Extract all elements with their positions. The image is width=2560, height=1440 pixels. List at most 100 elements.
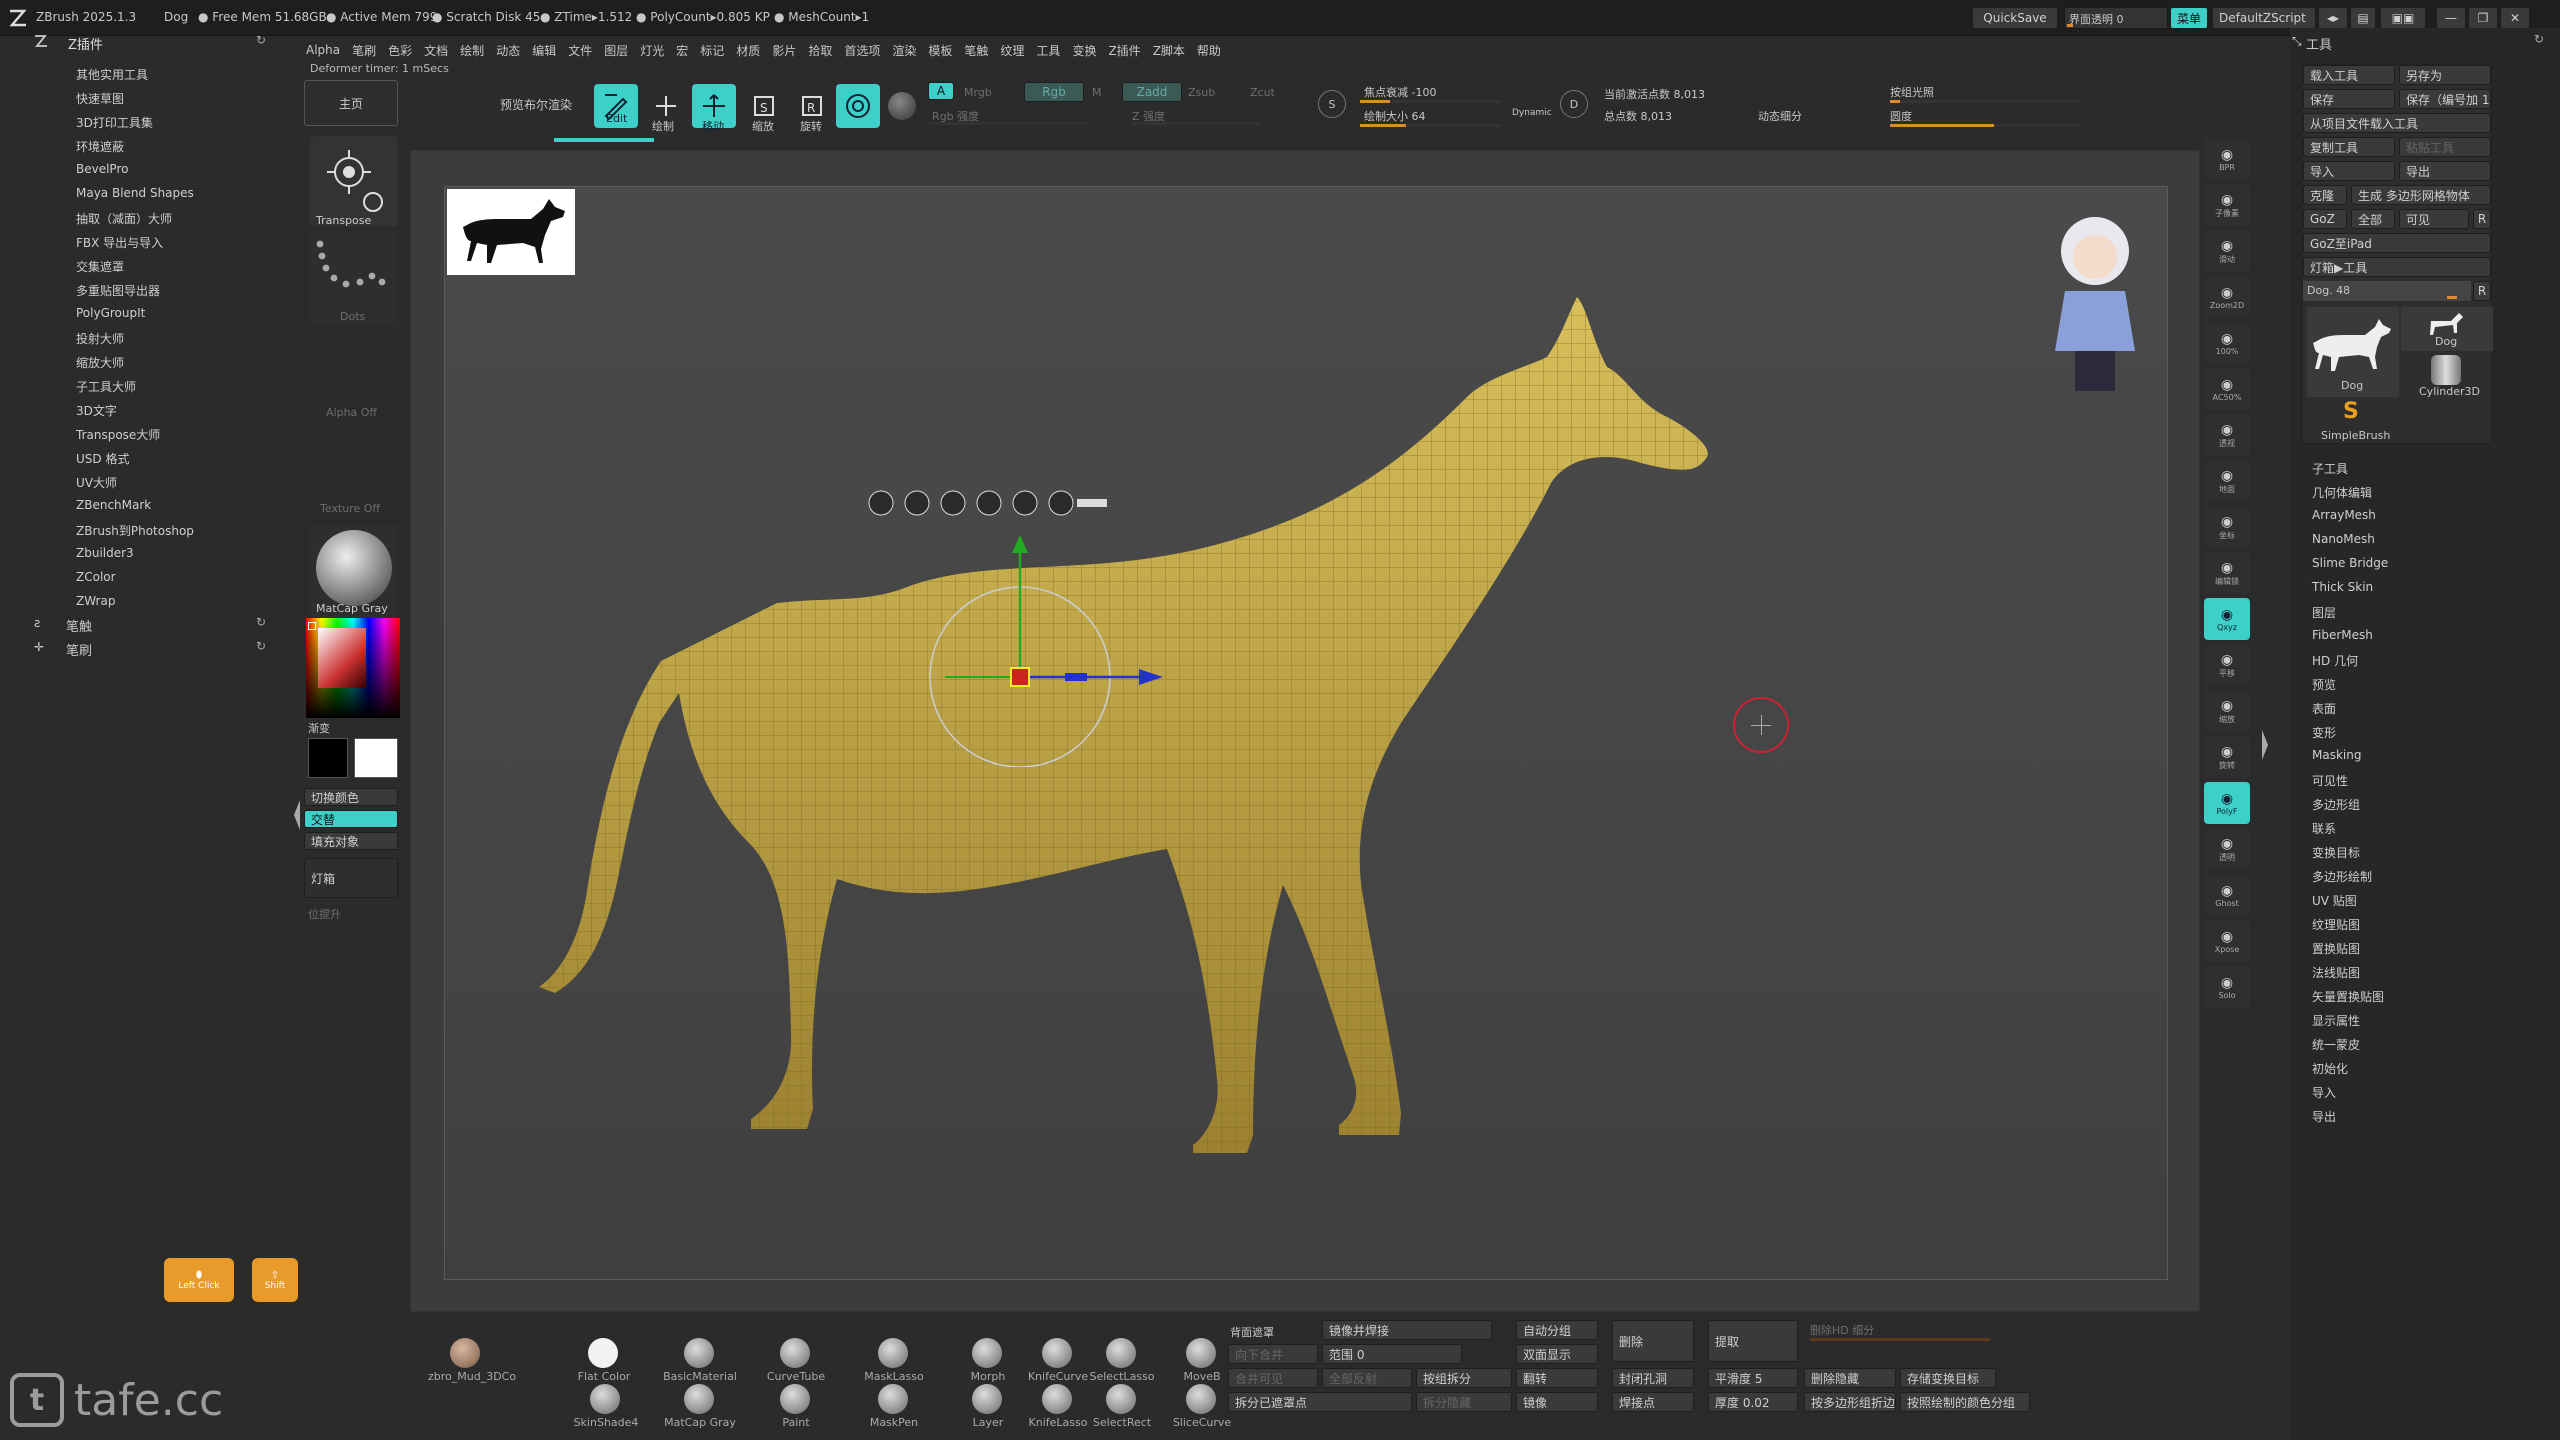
menu-item[interactable]: Z脚本 (1147, 42, 1191, 59)
save-as-button[interactable]: 另存为 (2399, 65, 2491, 85)
transpose-brush-icon[interactable] (310, 136, 398, 226)
brush-thumb-icon[interactable] (1042, 1384, 1072, 1414)
tool-menu-item[interactable]: 子工具 (2312, 460, 2348, 477)
plugin-item[interactable]: ZWrap (76, 594, 115, 608)
clone-button[interactable]: 克隆 (2303, 185, 2347, 205)
view-control-button[interactable]: ◉ Ghost (2204, 874, 2250, 916)
secondary-color-swatch[interactable] (308, 738, 348, 778)
mrgb-button[interactable]: Mrgb (964, 86, 992, 99)
tool-menu-item[interactable]: 多边形绘制 (2312, 868, 2372, 885)
tool-menu-item[interactable]: 变形 (2312, 724, 2336, 741)
current-tool-slider[interactable]: Dog. 48 (2303, 281, 2471, 301)
tool-menu-item[interactable]: HD 几何 (2312, 652, 2358, 669)
menu-item[interactable]: 宏 (670, 42, 694, 59)
polygroup-light-track[interactable] (1890, 100, 2080, 103)
close-icon[interactable]: ✕ (2500, 7, 2530, 29)
main-color-swatch[interactable] (354, 738, 398, 778)
stroke-section[interactable]: 笔触 (66, 616, 92, 635)
plugin-item[interactable]: ZBenchMark (76, 498, 151, 512)
close-holes-button[interactable]: 封闭孔洞 (1612, 1368, 1694, 1388)
menus-toggle-button[interactable]: 菜单 (2170, 7, 2208, 29)
plugin-item[interactable]: UV大师 (76, 474, 117, 491)
tool-menu-item[interactable]: ArrayMesh (2312, 508, 2376, 522)
import-button[interactable]: 导入 (2303, 161, 2395, 181)
delete-hidden-button[interactable]: 删除隐藏 (1804, 1368, 1896, 1388)
brush-thumb-icon[interactable] (1106, 1338, 1136, 1368)
m-button[interactable]: M (1092, 86, 1102, 99)
document-canvas[interactable] (444, 186, 2168, 1280)
view-control-button[interactable]: ◉ BPR (2204, 138, 2250, 180)
brush-thumb-icon[interactable] (1186, 1338, 1216, 1368)
plugin-item[interactable]: 交集遮罩 (76, 258, 124, 275)
transpose-gizmo[interactable] (855, 487, 1185, 767)
brush-thumb-icon[interactable] (450, 1338, 480, 1368)
view-control-button[interactable]: ◉ Solo (2204, 966, 2250, 1008)
brush-section[interactable]: 笔刷 (66, 640, 92, 659)
store-morph-button[interactable]: 存储变换目标 (1900, 1368, 1996, 1388)
make-polymesh-button[interactable]: 生成 多边形网格物体 (2351, 185, 2491, 205)
plugin-item[interactable]: 快速草图 (76, 90, 124, 107)
tool-menu-item[interactable]: 矢量置换贴图 (2312, 988, 2384, 1005)
paste-tool-button[interactable]: 粘贴工具 (2399, 137, 2491, 157)
view-control-button[interactable]: ◉ Xpose (2204, 920, 2250, 962)
plugin-item[interactable]: ZColor (76, 570, 116, 584)
smooth-slider[interactable]: 平滑度 5 (1708, 1368, 1798, 1388)
quicksave-button[interactable]: QuickSave (1972, 7, 2058, 29)
flip-button[interactable]: 翻转 (1516, 1368, 1598, 1388)
delete-button[interactable]: 删除 (1612, 1320, 1694, 1362)
material-sphere-icon[interactable] (888, 92, 916, 120)
tool-menu-item[interactable]: Masking (2312, 748, 2361, 762)
view-control-button[interactable]: ◉ PolyF (2204, 782, 2250, 824)
menu-item[interactable]: 工具 (1030, 42, 1066, 59)
tool-menu-item[interactable]: 联系 (2312, 820, 2336, 837)
brush-thumb-icon[interactable] (588, 1338, 618, 1368)
gizmo-settings-icon[interactable] (1065, 487, 1066, 488)
menu-item[interactable]: 纹理 (994, 42, 1030, 59)
tool-thumb-dog-small[interactable]: Dog (2401, 307, 2493, 351)
menu-item[interactable]: 笔刷 (346, 42, 382, 59)
menu-item[interactable]: 影片 (766, 42, 802, 59)
brush-thumb-icon[interactable] (780, 1338, 810, 1368)
polygroup-light-slider[interactable]: 按组光照 (1890, 84, 1934, 100)
plugin-item[interactable]: 环境遮蔽 (76, 138, 124, 155)
roundness-track[interactable] (1890, 124, 2080, 127)
d-density-icon[interactable]: D (1560, 90, 1588, 118)
goz-ipad-button[interactable]: GoZ至iPad (2303, 233, 2491, 253)
zadd-button[interactable]: Zadd (1122, 82, 1182, 102)
tool-menu-item[interactable]: 法线贴图 (2312, 964, 2360, 981)
default-zscript-button[interactable]: DefaultZScript (2212, 7, 2316, 29)
view-control-button[interactable]: ◉ 编辑锁 (2204, 552, 2250, 594)
merge-visible-button[interactable]: 合并可见 (1228, 1368, 1318, 1388)
zsub-button[interactable]: Zsub (1188, 86, 1215, 99)
menu-item[interactable]: 编辑 (526, 42, 562, 59)
tool-menu-item[interactable]: 可见性 (2312, 772, 2348, 789)
brush-thumb-icon[interactable] (684, 1338, 714, 1368)
plugin-item[interactable]: 多重贴图导出器 (76, 282, 160, 299)
brush-thumb-icon[interactable] (972, 1338, 1002, 1368)
refresh-icon[interactable]: ↻ (256, 615, 266, 629)
brush-thumb-icon[interactable] (878, 1338, 908, 1368)
plugin-item[interactable]: 3D打印工具集 (76, 114, 153, 131)
refresh-icon[interactable]: ↻ (256, 33, 266, 47)
merge-down-button[interactable]: 向下合并 (1228, 1344, 1318, 1364)
save-increment-button[interactable]: 保存（编号加 1） (2399, 89, 2491, 109)
view-control-button[interactable]: ◉ AC50% (2204, 368, 2250, 410)
plugin-item[interactable]: ZBrush到Photoshop (76, 522, 194, 539)
plugin-item[interactable]: FBX 导出与导入 (76, 234, 163, 251)
tool-menu-item[interactable]: UV 贴图 (2312, 892, 2357, 909)
bool-render-button[interactable]: 预览布尔渲染 (500, 96, 572, 113)
goz-r-button[interactable]: R (2473, 209, 2491, 229)
tool-thumb-cylinder[interactable]: Cylinder3D (2401, 353, 2493, 398)
menu-item[interactable]: Z插件 (1102, 42, 1146, 59)
gizmo-3d-button[interactable] (836, 84, 880, 128)
menu-item[interactable]: 帮助 (1191, 42, 1227, 59)
restore-icon[interactable]: ❐ (2468, 7, 2498, 29)
tool-menu-item[interactable]: 导入 (2312, 1084, 2336, 1101)
plugin-item[interactable]: 子工具大师 (76, 378, 136, 395)
brush-thumb-icon[interactable] (878, 1384, 908, 1414)
menu-item[interactable]: Alpha (300, 43, 346, 57)
brush-thumb-icon[interactable] (684, 1384, 714, 1414)
view-control-button[interactable]: ◉ 平移 (2204, 644, 2250, 686)
refresh-icon[interactable]: ↻ (2534, 32, 2544, 46)
split-hidden-button[interactable]: 拆分隐藏 (1416, 1392, 1512, 1412)
